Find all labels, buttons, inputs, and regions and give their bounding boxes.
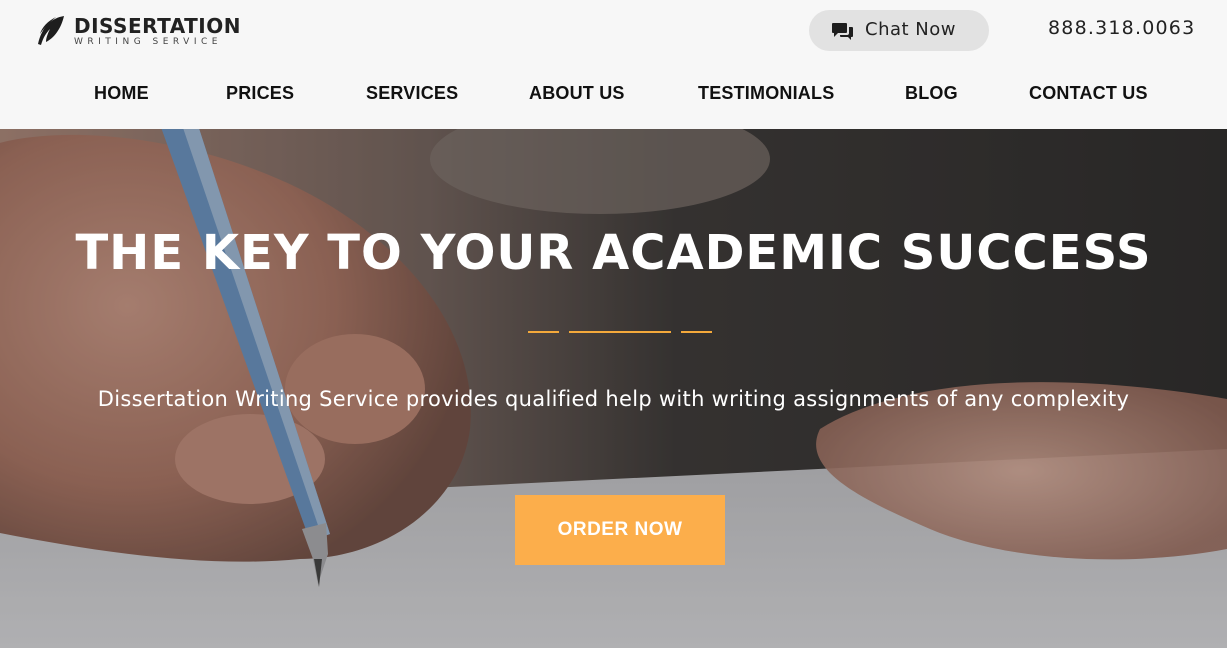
title-divider-right [681,331,712,333]
nav-item-services[interactable]: SERVICES [366,80,458,106]
title-divider-center [569,331,671,333]
logo-title: DISSERTATION [74,14,241,38]
logo-subtitle: WRITING SERVICE [74,37,222,47]
hero-title: THE KEY TO YOUR ACADEMIC SUCCESS [75,225,1152,281]
chat-bubbles-icon [832,23,853,40]
feather-icon [38,16,64,45]
nav-item-blog[interactable]: BLOG [905,80,958,106]
chat-now-label: Chat Now [865,19,956,40]
nav-item-prices[interactable]: PRICES [226,80,294,106]
nav-item-testimonials[interactable]: TESTIMONIALS [698,80,834,106]
order-now-label: ORDER NOW [557,519,683,540]
main-nav: HOME PRICES SERVICES ABOUT US TESTIMONIA… [0,80,1227,108]
hero-subtitle: Dissertation Writing Service provides qu… [97,387,1130,411]
nav-item-home[interactable]: HOME [94,80,149,106]
site-logo[interactable]: DISSERTATION WRITING SERVICE [34,14,249,50]
nav-item-about-us[interactable]: ABOUT US [529,80,625,106]
title-divider-left [528,331,559,333]
site-header: DISSERTATION WRITING SERVICE Chat Now 88… [0,0,1227,129]
order-now-button[interactable]: ORDER NOW [515,495,725,565]
phone-number[interactable]: 888.318.0063 [1048,16,1195,40]
nav-item-contact-us[interactable]: CONTACT US [1029,80,1148,106]
chat-now-button[interactable]: Chat Now [809,10,989,51]
hero-banner: THE KEY TO YOUR ACADEMIC SUCCESS Dissert… [0,129,1227,648]
